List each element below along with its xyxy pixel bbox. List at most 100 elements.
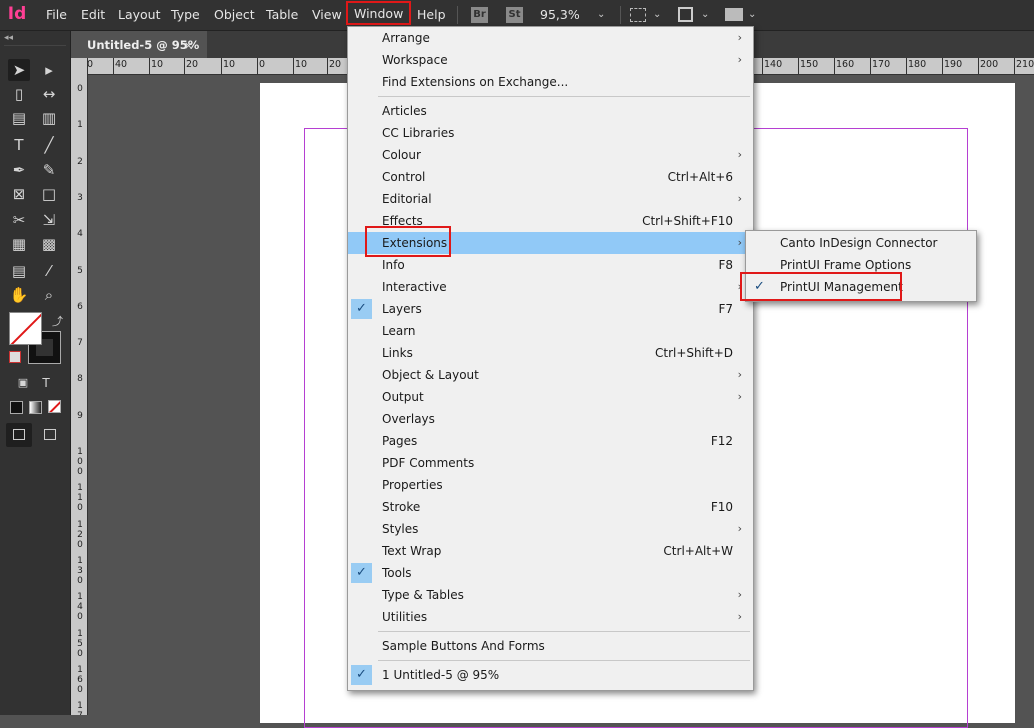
menu-file[interactable]: File bbox=[46, 0, 67, 30]
menu-item-find-extensions-on-exchange[interactable]: Find Extensions on Exchange... bbox=[348, 71, 753, 93]
menu-item-editorial[interactable]: Editorial › bbox=[348, 188, 753, 210]
menu-item-label: Sample Buttons And Forms bbox=[382, 639, 545, 653]
tools-panel: ◂◂ ➤ ▸ ▯ ↔ ▤ ▥ T ╱ ✒ ✎ ⊠ □ ✂ ⇲ ▦ ▩ ▤ ⁄ ✋… bbox=[0, 31, 71, 715]
gradient-feather-tool-icon[interactable]: ▩ bbox=[38, 233, 60, 255]
menu-item-learn[interactable]: Learn bbox=[348, 320, 753, 342]
normal-view-mode-icon[interactable] bbox=[6, 423, 32, 447]
zoom-tool-icon[interactable]: ⌕ bbox=[38, 284, 60, 306]
menu-item-shortcut: Ctrl+Shift+F10 bbox=[642, 214, 733, 228]
menu-item-pages[interactable]: Pages F12 bbox=[348, 430, 753, 452]
menu-item-label: Interactive bbox=[382, 280, 447, 294]
menu-item-control[interactable]: Control Ctrl+Alt+6 bbox=[348, 166, 753, 188]
menu-item-links[interactable]: Links Ctrl+Shift+D bbox=[348, 342, 753, 364]
document-tab[interactable]: Untitled-5 @ 95% × bbox=[71, 31, 207, 58]
ruler-label: 170 bbox=[872, 59, 891, 70]
pencil-tool-icon[interactable]: ✎ bbox=[38, 159, 60, 181]
menu-item-tools[interactable]: ✓ Tools bbox=[348, 562, 753, 584]
collapse-panel-icon[interactable]: ◂◂ bbox=[4, 33, 13, 43]
menu-item-utilities[interactable]: Utilities › bbox=[348, 606, 753, 628]
menu-item-workspace[interactable]: Workspace › bbox=[348, 49, 753, 71]
close-tab-icon[interactable]: × bbox=[184, 31, 193, 60]
bridge-button[interactable]: Br bbox=[471, 7, 488, 23]
fill-swatch[interactable] bbox=[9, 312, 42, 345]
formatting-text-icon[interactable]: T bbox=[35, 372, 57, 394]
menu-item-styles[interactable]: Styles › bbox=[348, 518, 753, 540]
submenu-arrow-icon: › bbox=[737, 390, 742, 403]
menu-edit[interactable]: Edit bbox=[81, 0, 105, 30]
menu-type[interactable]: Type bbox=[171, 0, 200, 30]
menu-item-stroke[interactable]: Stroke F10 bbox=[348, 496, 753, 518]
gradient-swatch-tool-icon[interactable]: ▦ bbox=[8, 233, 30, 255]
view-options-icon[interactable] bbox=[630, 8, 646, 22]
stock-button[interactable]: St bbox=[506, 7, 523, 23]
menu-item-colour[interactable]: Colour › bbox=[348, 144, 753, 166]
apply-none-icon[interactable] bbox=[48, 400, 61, 413]
menu-table[interactable]: Table bbox=[266, 0, 298, 30]
ruler-label: 0 bbox=[259, 59, 266, 70]
selection-tool-icon[interactable]: ➤ bbox=[8, 59, 30, 81]
ruler-label: 6 bbox=[77, 301, 83, 312]
line-tool-icon[interactable]: ╱ bbox=[38, 134, 60, 156]
ruler-label: 10 bbox=[151, 59, 164, 70]
menu-item-1-untitled-5-95[interactable]: ✓ 1 Untitled-5 @ 95% bbox=[348, 664, 753, 686]
arrange-documents-icon[interactable] bbox=[725, 8, 743, 21]
screen-mode-icon[interactable] bbox=[678, 7, 693, 22]
rectangle-tool-icon[interactable]: □ bbox=[38, 183, 60, 205]
menu-item-type-tables[interactable]: Type & Tables › bbox=[348, 584, 753, 606]
menu-item-text-wrap[interactable]: Text Wrap Ctrl+Alt+W bbox=[348, 540, 753, 562]
vertical-ruler[interactable]: 0 1 2 3 4 5 6 7 8 9 1 0 0 1 1 0 1 2 0 1 3 0 1 4 0 1 5 0… bbox=[71, 58, 88, 715]
apply-gradient-icon[interactable] bbox=[29, 401, 42, 414]
menu-item-output[interactable]: Output › bbox=[348, 386, 753, 408]
menu-item-properties[interactable]: Properties bbox=[348, 474, 753, 496]
menu-object[interactable]: Object bbox=[214, 0, 255, 30]
menu-item-info[interactable]: Info F8 bbox=[348, 254, 753, 276]
ruler-label: 20 bbox=[329, 59, 342, 70]
menu-window[interactable]: Window bbox=[346, 1, 412, 25]
menu-item-shortcut: Ctrl+Alt+6 bbox=[667, 170, 733, 184]
swap-fill-stroke-icon[interactable]: ⤴ bbox=[52, 313, 63, 329]
formatting-container-icon[interactable]: ▣ bbox=[12, 372, 34, 394]
ruler-label: 2 bbox=[77, 156, 83, 167]
rectangle-frame-tool-icon[interactable]: ⊠ bbox=[8, 183, 30, 205]
ruler-tick bbox=[221, 58, 222, 74]
ruler-tick bbox=[257, 58, 258, 74]
menu-item-interactive[interactable]: Interactive › bbox=[348, 276, 753, 298]
note-tool-icon[interactable]: ▤ bbox=[8, 260, 30, 282]
content-placer-icon[interactable]: ▥ bbox=[38, 107, 60, 129]
menu-item-label: Colour bbox=[382, 148, 421, 162]
free-transform-tool-icon[interactable]: ⇲ bbox=[38, 209, 60, 231]
checkmark-icon: ✓ bbox=[351, 665, 372, 685]
page-tool-icon[interactable]: ▯ bbox=[8, 83, 30, 105]
apply-color-icon[interactable] bbox=[10, 401, 23, 414]
menu-view[interactable]: View bbox=[312, 0, 342, 30]
submenu-item-canto-indesign-connector[interactable]: Canto InDesign Connector bbox=[746, 232, 976, 254]
ruler-label: 9 bbox=[77, 410, 83, 421]
direct-selection-tool-icon[interactable]: ▸ bbox=[38, 59, 60, 81]
menu-item-overlays[interactable]: Overlays bbox=[348, 408, 753, 430]
ruler-tick bbox=[184, 58, 185, 74]
preview-mode-icon[interactable] bbox=[44, 429, 56, 440]
eyedropper-tool-icon[interactable]: ⁄ bbox=[38, 260, 60, 282]
ruler-label: 1 4 0 bbox=[77, 592, 83, 623]
menu-item-articles[interactable]: Articles bbox=[348, 100, 753, 122]
content-collector-icon[interactable]: ▤ bbox=[8, 107, 30, 129]
menu-item-cc-libraries[interactable]: CC Libraries bbox=[348, 122, 753, 144]
gap-tool-icon[interactable]: ↔ bbox=[38, 83, 60, 105]
pen-tool-icon[interactable]: ✒ bbox=[8, 159, 30, 181]
menu-separator bbox=[378, 631, 750, 632]
menu-layout[interactable]: Layout bbox=[118, 0, 161, 30]
menu-item-arrange[interactable]: Arrange › bbox=[348, 27, 753, 49]
menu-item-object-layout[interactable]: Object & Layout › bbox=[348, 364, 753, 386]
scissors-tool-icon[interactable]: ✂ bbox=[8, 209, 30, 231]
ruler-tick bbox=[293, 58, 294, 74]
menu-item-pdf-comments[interactable]: PDF Comments bbox=[348, 452, 753, 474]
default-fill-stroke-icon[interactable] bbox=[9, 351, 21, 363]
printui-management-callout-box bbox=[740, 272, 902, 301]
menu-item-sample-buttons-and-forms[interactable]: Sample Buttons And Forms bbox=[348, 635, 753, 657]
type-tool-icon[interactable]: T bbox=[8, 134, 30, 156]
menu-item-label: CC Libraries bbox=[382, 126, 455, 140]
menu-item-layers[interactable]: ✓ Layers F7 bbox=[348, 298, 753, 320]
hand-tool-icon[interactable]: ✋ bbox=[8, 284, 30, 306]
ruler-label: 0 bbox=[77, 84, 83, 94]
menu-item-label: Info bbox=[382, 258, 405, 272]
